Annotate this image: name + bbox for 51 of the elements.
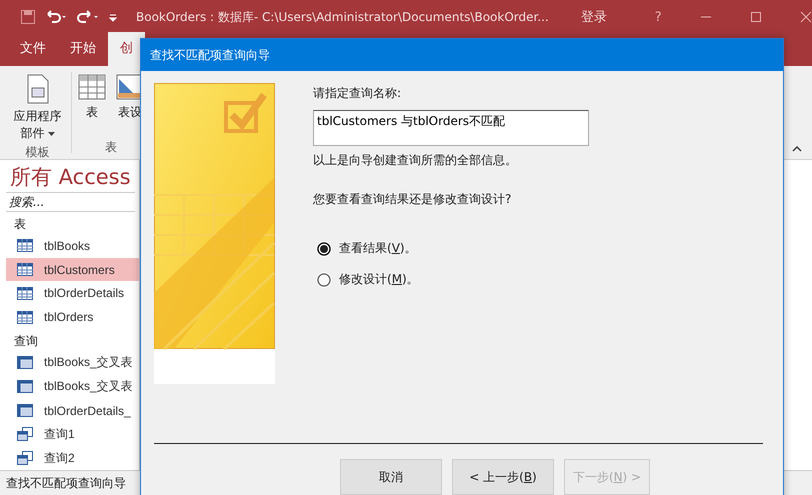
group-label: 表	[105, 139, 118, 156]
collapse-ribbon-icon[interactable]	[792, 146, 802, 152]
table-icon	[17, 263, 33, 276]
dialog-button[interactable]: 取消	[340, 459, 442, 495]
radio-option[interactable]: 查看结果(V)。	[317, 240, 589, 257]
query-name-label: 请指定查询名称:	[313, 85, 402, 102]
crosstab-query-icon	[17, 404, 33, 418]
group-header[interactable]: 查询	[0, 329, 139, 352]
table-icon	[17, 239, 33, 252]
nav-item[interactable]: tblOrders	[6, 305, 139, 330]
table-icon	[17, 310, 33, 324]
dialog-title: 查找不匹配项查询向导	[150, 46, 270, 64]
close-icon[interactable]	[800, 11, 812, 23]
info-text: 以上是向导创建查询所需的全部信息。	[313, 152, 518, 169]
table-icon	[17, 286, 33, 300]
window-title: BookOrders : 数据库- C:\Users\Administrator\Documents\BookOrder...	[136, 8, 549, 26]
status-text: 查找不匹配项查询向导	[6, 474, 126, 492]
help-button[interactable]: ?	[654, 10, 662, 24]
redo-icon[interactable]	[76, 9, 100, 25]
query-name-field[interactable]: tblCustomers 与tblOrders不匹配	[313, 110, 589, 146]
nav-item[interactable]: tblBooks_交叉表	[6, 374, 139, 399]
crosstab-query-icon	[17, 380, 33, 394]
form-icon	[24, 74, 51, 104]
nav-pane-title[interactable]: 所有 Access	[0, 162, 139, 192]
nav-item[interactable]: tblCustomers	[6, 258, 139, 282]
table-icon	[78, 74, 106, 100]
ribbon-tab[interactable]: 开始	[58, 32, 108, 66]
query-icon	[17, 427, 33, 442]
nav-item[interactable]: tblBooks_交叉表	[6, 351, 139, 375]
group-label: 模板	[26, 144, 50, 161]
nav-item[interactable]: 查询2	[6, 446, 139, 470]
nav-item[interactable]: tblOrderDetails_	[6, 398, 139, 422]
ribbon-tab[interactable]: 文件	[8, 32, 58, 66]
app-parts-button[interactable]: 应用程序部件	[8, 72, 68, 144]
sign-in-link[interactable]: 登录	[580, 8, 607, 26]
question-text: 您要查看查询结果还是修改查询设计?	[313, 191, 512, 208]
radio-button[interactable]	[317, 242, 331, 256]
table-button[interactable]: 表	[76, 72, 108, 123]
radio-button[interactable]	[317, 272, 331, 286]
search-field[interactable]: 搜索...	[6, 192, 135, 212]
query-icon	[17, 451, 33, 466]
radio-option[interactable]: 修改设计(M)。	[317, 271, 589, 288]
group-header[interactable]: 表	[0, 212, 139, 234]
nav-item[interactable]: tblBooks	[6, 234, 139, 258]
nav-item[interactable]: tblOrderDetails	[6, 281, 139, 306]
crosstab-query-icon	[17, 356, 33, 370]
save-icon[interactable]	[20, 9, 36, 25]
nav-item[interactable]: 查询1	[6, 422, 139, 446]
maximize-icon[interactable]	[750, 11, 762, 23]
dropdown-caret-icon	[48, 132, 55, 136]
dialog-button[interactable]: < 上一步(B)	[452, 459, 554, 495]
